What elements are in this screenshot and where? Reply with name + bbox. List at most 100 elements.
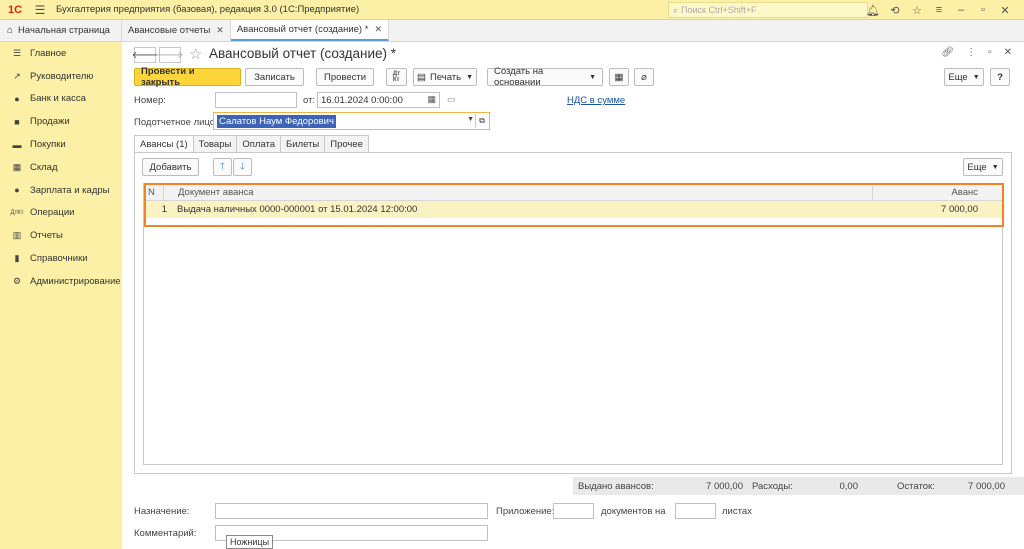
- back-button[interactable]: 🡐: [132, 47, 158, 63]
- documents-on-label: документов на: [601, 506, 666, 517]
- table-row[interactable]: 1 Выдача наличных 0000-000001 от 15.01.2…: [144, 201, 1002, 218]
- sidebar-item-label: Зарплата и кадры: [30, 184, 110, 196]
- main-menu-icon[interactable]: ☰: [30, 0, 50, 20]
- sidebar-item-sales[interactable]: ■ Продажи: [0, 110, 122, 133]
- structure-button[interactable]: ▦: [609, 68, 629, 86]
- tab-payment[interactable]: Оплата: [236, 135, 282, 152]
- tab-goods[interactable]: Товары: [192, 135, 238, 152]
- more-vertical-icon[interactable]: ⋮: [966, 47, 976, 58]
- date-field[interactable]: 16.01.2024 0:00:00 ▦: [317, 92, 440, 108]
- sheets-field[interactable]: [675, 503, 716, 519]
- tab-tickets[interactable]: Билеты: [280, 135, 326, 152]
- minimize-icon[interactable]: –: [950, 4, 972, 16]
- sidebar-item-label: Руководителю: [30, 70, 94, 82]
- totals-bar: Выдано авансов: 7 000,00 Расходы: 0,00 О…: [573, 477, 1024, 495]
- close-icon[interactable]: ✕: [994, 4, 1016, 17]
- sidebar-item-label: Администрирование: [30, 275, 121, 287]
- attachment-field[interactable]: [553, 503, 594, 519]
- sidebar-item-warehouse[interactable]: ▦ Склад: [0, 156, 122, 179]
- cart-icon: ▬: [12, 139, 22, 150]
- bell-icon[interactable]: 🔔︎: [862, 4, 884, 17]
- document-icon[interactable]: ▭: [447, 94, 456, 105]
- attach-button[interactable]: ⌀: [634, 68, 654, 86]
- search-placeholder: Поиск Ctrl+Shift+F: [681, 5, 757, 15]
- sidebar-item-admin[interactable]: ⚙ Администрирование: [0, 270, 122, 293]
- favorites-star-icon[interactable]: ☆: [906, 4, 928, 17]
- advances-table[interactable]: N Документ аванса Аванс 1 Выдача наличны…: [143, 183, 1003, 465]
- forward-button[interactable]: 🡒: [157, 47, 183, 63]
- sidebar-item-label: Отчеты: [30, 230, 63, 242]
- tab-advance-reports[interactable]: Авансовые отчеты ✕: [122, 20, 231, 41]
- arrow-up-icon: 🡑: [220, 161, 225, 172]
- tab-other[interactable]: Прочее: [324, 135, 369, 152]
- open-icon[interactable]: ⧉: [475, 114, 488, 128]
- row-document[interactable]: Выдача наличных 0000-000001 от 15.01.202…: [172, 204, 873, 215]
- tab-advance-report-create[interactable]: Авансовый отчет (создание) * ✕: [230, 20, 389, 41]
- calendar-icon[interactable]: ▦: [427, 94, 436, 105]
- menu-icon: ☰: [12, 47, 22, 58]
- chevron-down-icon: ▼: [466, 73, 474, 81]
- tab-advances[interactable]: Авансы (1): [134, 135, 194, 152]
- sidebar-item-purchases[interactable]: ▬ Покупки: [0, 133, 122, 156]
- search-input[interactable]: ⌕ Поиск Ctrl+Shift+F: [668, 2, 868, 18]
- chevron-down-icon: ▼: [589, 73, 596, 81]
- tab-home-label: Начальная страница: [18, 25, 110, 36]
- table-more-button[interactable]: Еще ▼: [963, 158, 1003, 176]
- sidebar-item-label: Покупки: [30, 139, 66, 151]
- bag-icon: ■: [14, 116, 20, 127]
- create-based-on-button[interactable]: Создать на основании ▼: [487, 66, 603, 88]
- paperclip-icon: ⌀: [641, 71, 647, 83]
- create-based-label: Создать на основании: [494, 66, 544, 88]
- post-button[interactable]: Провести: [316, 68, 374, 86]
- settings-menu-icon[interactable]: ≡: [928, 4, 950, 16]
- search-icon: ⌕: [673, 4, 679, 15]
- move-up-button[interactable]: 🡑: [213, 158, 232, 176]
- chevron-down-icon: ▼: [991, 163, 999, 171]
- row-advance-sum[interactable]: 7 000,00: [873, 204, 1002, 215]
- top-icons: 🔔︎ ⟲ ☆ ≡ – ▫ ✕: [862, 0, 1016, 20]
- dt-kt-button[interactable]: Дт Кт: [386, 68, 407, 86]
- home-icon: ⌂: [7, 25, 14, 36]
- tab-home[interactable]: ⌂ Начальная страница: [0, 20, 122, 41]
- date-value: 16.01.2024 0:00:00: [321, 94, 403, 106]
- sidebar-item-label: Справочники: [30, 253, 88, 265]
- sidebar-item-label: Операции: [30, 207, 75, 219]
- close-tab-icon[interactable]: ✕: [216, 25, 224, 36]
- post-and-close-button[interactable]: Провести и закрыть: [134, 66, 241, 88]
- more-button[interactable]: Еще ▼: [944, 68, 984, 86]
- help-button[interactable]: ?: [990, 68, 1010, 86]
- sidebar-item-salary[interactable]: ● Зарплата и кадры: [0, 179, 122, 202]
- tooltip: Ножницы: [226, 535, 274, 549]
- column-header-n[interactable]: N: [144, 184, 164, 200]
- printer-icon: ▤: [416, 71, 426, 83]
- sidebar-item-main[interactable]: ☰ Главное: [0, 42, 122, 65]
- save-button[interactable]: Записать: [245, 68, 304, 86]
- link-icon[interactable]: 🔗︎: [941, 47, 954, 58]
- number-field[interactable]: [215, 92, 297, 108]
- sidebar-item-references[interactable]: ▮ Справочники: [0, 247, 122, 270]
- move-down-button[interactable]: 🡓: [233, 158, 252, 176]
- chevron-down-icon[interactable]: ▼: [467, 116, 474, 123]
- sidebar-item-operations[interactable]: ДтКт Операции: [0, 202, 122, 225]
- add-button[interactable]: Добавить: [142, 158, 199, 176]
- restore-icon[interactable]: ▫: [972, 4, 994, 16]
- favorite-star-icon[interactable]: ☆: [189, 45, 202, 63]
- table-more-label: Еще: [967, 161, 987, 173]
- close-icon[interactable]: ✕: [1004, 47, 1012, 58]
- vat-link[interactable]: НДС в сумме: [567, 95, 625, 106]
- sidebar-item-manager[interactable]: ↗ Руководителю: [0, 65, 122, 88]
- page-title: Авансовый отчет (создание) *: [209, 46, 397, 61]
- close-tab-icon[interactable]: ✕: [374, 24, 382, 35]
- sidebar-item-label: Склад: [30, 161, 58, 173]
- column-header-document[interactable]: Документ аванса: [164, 184, 873, 200]
- restore-icon[interactable]: ▫: [988, 47, 992, 58]
- purpose-field[interactable]: [215, 503, 488, 519]
- column-header-advance[interactable]: Аванс: [873, 184, 984, 200]
- history-icon[interactable]: ⟲: [884, 4, 906, 17]
- accountable-person-field[interactable]: Салатов Наум Федорович ▼ ⧉: [213, 112, 490, 130]
- print-button[interactable]: ▤ Печать ▼: [413, 68, 477, 86]
- sidebar-item-reports[interactable]: ▥ Отчеты: [0, 224, 122, 247]
- dt-kt-icon: ДтКт: [392, 71, 401, 83]
- person-icon: ●: [14, 185, 20, 196]
- sidebar-item-bank[interactable]: ● Банк и касса: [0, 88, 122, 111]
